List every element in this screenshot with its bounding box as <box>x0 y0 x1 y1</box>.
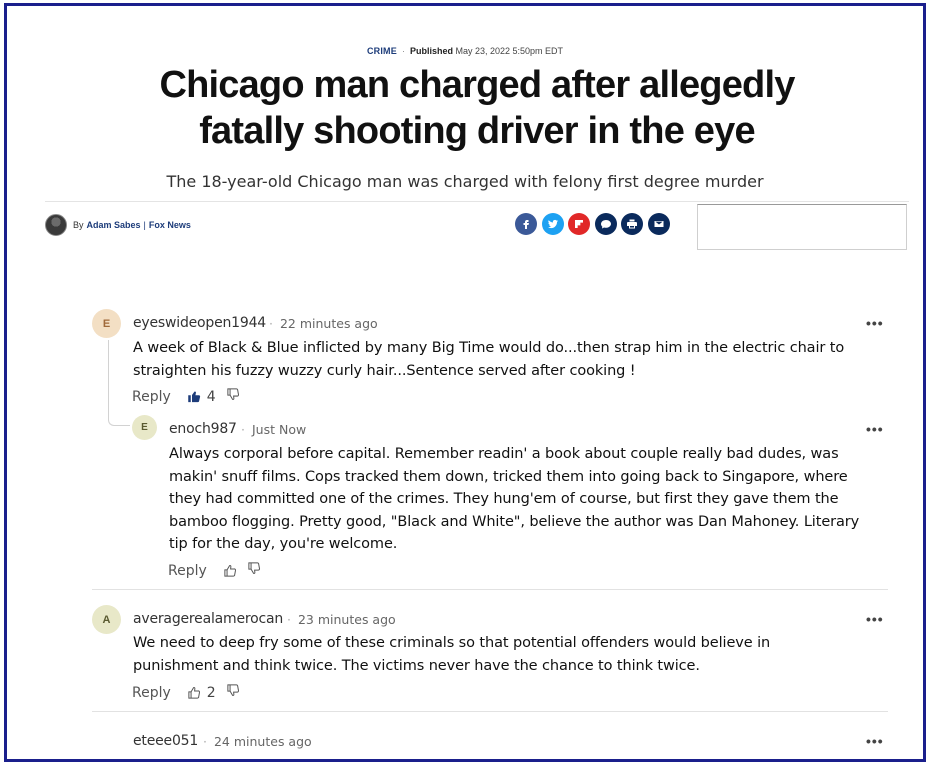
comment-actions: Reply <box>168 561 262 580</box>
comment-body: Always corporal before capital. Remember… <box>169 446 860 552</box>
reply-button[interactable]: Reply <box>168 563 207 579</box>
thumbs-down-icon <box>227 388 239 400</box>
comment-username[interactable]: enoch987 <box>169 421 237 437</box>
comment-divider <box>92 711 888 712</box>
thumbs-up-filled-icon <box>188 391 200 403</box>
comment-timestamp: 23 minutes ago <box>287 612 396 627</box>
thumbs-up-icon <box>188 687 200 699</box>
comment-timestamp: 24 minutes ago <box>203 734 312 749</box>
comment-body: We need to deep fry some of these crimin… <box>133 635 771 674</box>
downvote-button[interactable] <box>247 561 262 580</box>
upvote-button[interactable] <box>187 685 202 700</box>
comment-divider <box>92 589 888 590</box>
thumbs-down-icon <box>227 684 239 696</box>
thumbs-down-icon <box>248 562 260 574</box>
comment-avatar[interactable]: E <box>132 415 157 440</box>
more-options-button[interactable]: ••• <box>866 422 884 436</box>
downvote-button[interactable] <box>226 387 241 406</box>
upvote-count: 2 <box>206 684 216 701</box>
reply-button[interactable]: Reply <box>132 389 171 405</box>
reply-button[interactable]: Reply <box>132 685 171 701</box>
comment-actions: Reply 2 <box>132 683 241 702</box>
more-options-button[interactable]: ••• <box>866 734 884 748</box>
more-options-button[interactable]: ••• <box>866 316 884 330</box>
comment-username[interactable]: eteee051 <box>133 733 198 749</box>
comment-username[interactable]: averagerealamerocan <box>133 611 283 627</box>
more-options-button[interactable]: ••• <box>866 612 884 626</box>
downvote-button[interactable] <box>226 683 241 702</box>
thumbs-up-icon <box>224 565 236 577</box>
comment-actions: Reply 4 <box>132 387 241 406</box>
avatar-initial: E <box>102 317 111 330</box>
comment-avatar[interactable]: A <box>92 605 121 634</box>
comment-timestamp: 22 minutes ago <box>269 316 378 331</box>
upvote-button[interactable] <box>187 389 202 404</box>
reply-thread-connector <box>108 340 130 426</box>
comments-section: E eyeswideopen1944 22 minutes ago ••• A … <box>7 6 923 759</box>
screenshot-frame: CRIME · Published May 23, 2022 5:50pm EDT … <box>4 3 926 762</box>
comment-timestamp: Just Now <box>241 422 306 437</box>
comment-username[interactable]: eyeswideopen1944 <box>133 315 266 331</box>
comment-body: A week of Black & Blue inflicted by many… <box>133 340 845 379</box>
avatar-initial: A <box>102 613 111 626</box>
avatar-initial: E <box>141 422 148 433</box>
upvote-count: 4 <box>206 388 216 405</box>
upvote-button[interactable] <box>223 563 238 578</box>
comment-avatar[interactable]: E <box>92 309 121 338</box>
